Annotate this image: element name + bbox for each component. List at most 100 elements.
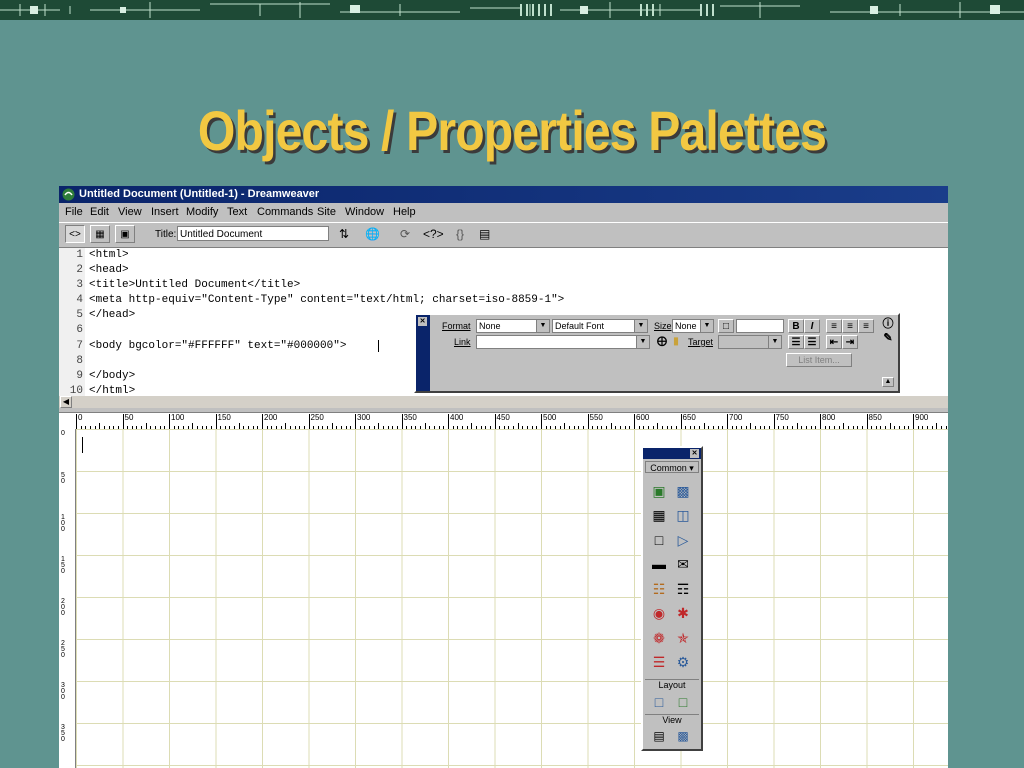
refresh-icon[interactable]: ⟳ [400, 227, 410, 241]
draw-layer-icon[interactable]: □ [649, 531, 669, 550]
ruler-tick [401, 414, 403, 429]
view-options-icon[interactable]: ▤ [479, 227, 490, 241]
scroll-left-icon[interactable]: ◀ [60, 396, 72, 408]
document-title-input[interactable]: Untitled Document [177, 226, 329, 241]
objects-palette-titlebar[interactable]: ✕ [643, 448, 701, 459]
insert-generator-icon[interactable]: ⚙ [673, 653, 693, 672]
insert-email-link-icon[interactable]: ✉ [673, 555, 693, 574]
chevron-down-icon: ▼ [634, 320, 647, 332]
quick-tag-editor-icon[interactable]: ✎ [880, 331, 896, 345]
format-label: Format [442, 321, 471, 331]
insert-fireworks-html-icon[interactable]: ☰ [649, 653, 669, 672]
code-navigation-icon[interactable]: {} [456, 227, 464, 241]
align-center-icon[interactable]: ≡ [842, 319, 858, 333]
menu-help[interactable]: Help [393, 204, 416, 221]
draw-layout-cell-icon[interactable]: □ [649, 693, 669, 712]
show-code-and-design-button[interactable]: ▦ [90, 225, 110, 243]
menu-edit[interactable]: Edit [90, 204, 109, 221]
properties-palette-titlebar[interactable]: ✕ [416, 315, 430, 391]
menu-file[interactable]: File [65, 204, 83, 221]
show-code-view-button[interactable]: <> [65, 225, 85, 243]
insert-date-icon[interactable]: ☷ [649, 580, 669, 599]
text-cursor [378, 340, 379, 352]
link-input[interactable]: ▼ [476, 335, 650, 349]
close-icon[interactable]: ✕ [418, 317, 427, 326]
horizontal-scrollbar[interactable]: ◀ [59, 396, 948, 408]
ruler-label: 400 [450, 413, 464, 422]
code-line: 3 <title>Untitled Document</title> [76, 279, 301, 291]
insert-navigation-bar-icon[interactable]: ▷ [673, 531, 693, 550]
file-management-icon[interactable]: ⇅ [339, 227, 349, 241]
ruler-tick [866, 414, 868, 429]
insert-rollover-image-icon[interactable]: ▩ [673, 482, 693, 501]
menu-site[interactable]: Site [317, 204, 336, 221]
unordered-list-icon[interactable]: ☰ [788, 335, 804, 349]
align-right-icon[interactable]: ≡ [858, 319, 874, 333]
standard-view-icon[interactable]: ▤ [649, 727, 669, 746]
circuit-pattern-icon [0, 0, 1024, 20]
expand-collapse-icon[interactable]: ▲ [882, 377, 894, 387]
window-titlebar[interactable]: Untitled Document (Untitled-1) - Dreamwe… [59, 186, 948, 203]
view-section-label: View [645, 714, 699, 726]
outdent-icon[interactable]: ⇤ [826, 335, 842, 349]
menu-view[interactable]: View [118, 204, 142, 221]
properties-palette: ✕ Format None ▼ Default Font ▼ Size None ▼ … [414, 313, 900, 393]
ruler-label: 350 [61, 724, 65, 743]
objects-category-select[interactable]: Common ▾ [645, 461, 699, 473]
title-label: Title: [155, 229, 177, 240]
insert-horizontal-rule-icon[interactable]: ▬ [649, 555, 669, 574]
ruler-label: 250 [61, 640, 65, 659]
insert-flash-text-icon[interactable]: ✯ [673, 629, 693, 648]
ruler-tick [494, 414, 496, 429]
reference-icon[interactable]: <?> [423, 227, 444, 241]
link-label: Link [454, 337, 471, 347]
align-left-icon[interactable]: ≡ [826, 319, 842, 333]
ruler-label: 650 [682, 413, 696, 422]
insert-server-side-include-icon[interactable]: ☶ [673, 580, 693, 599]
ruler-tick [355, 414, 356, 429]
target-select[interactable]: ▼ [718, 335, 782, 349]
size-select[interactable]: None ▼ [672, 319, 714, 333]
indent-icon[interactable]: ⇥ [842, 335, 858, 349]
size-label: Size [654, 321, 672, 331]
bold-button[interactable]: B [788, 319, 804, 333]
close-icon[interactable]: ✕ [690, 449, 699, 458]
insert-shockwave-icon[interactable]: ◉ [649, 604, 669, 623]
decorative-circuit-banner [0, 0, 1024, 20]
chevron-down-icon: ▼ [700, 320, 713, 332]
insert-tabular-data-icon[interactable]: ◫ [673, 506, 693, 525]
design-view-canvas[interactable] [76, 429, 948, 768]
font-select[interactable]: Default Font ▼ [552, 319, 648, 333]
insert-table-icon[interactable]: ▦ [649, 506, 669, 525]
ordered-list-icon[interactable]: ☰ [804, 335, 820, 349]
help-icon[interactable]: ⓘ [880, 317, 896, 331]
insert-flash-button-icon[interactable]: ❁ [649, 629, 669, 648]
format-select[interactable]: None ▼ [476, 319, 550, 333]
ruler-label: 250 [310, 413, 324, 422]
folder-icon[interactable]: ▮ [668, 335, 684, 349]
menu-text[interactable]: Text [227, 204, 247, 221]
list-item-button[interactable]: List Item... [786, 353, 852, 367]
ruler-tick [122, 414, 124, 429]
insert-image-icon[interactable]: ▣ [649, 482, 669, 501]
menu-insert[interactable]: Insert [151, 204, 179, 221]
color-picker-icon[interactable]: □ [718, 319, 734, 333]
color-input[interactable] [736, 319, 784, 333]
draw-layout-table-icon[interactable]: □ [673, 693, 693, 712]
ruler-tick [773, 414, 775, 429]
layout-view-icon[interactable]: ▩ [673, 727, 693, 746]
show-design-view-button[interactable]: ▣ [115, 225, 135, 243]
insert-flash-icon[interactable]: ✱ [673, 604, 693, 623]
ruler-tick [308, 414, 310, 429]
chevron-down-icon: ▼ [536, 320, 549, 332]
dreamweaver-app-icon [62, 188, 75, 201]
italic-button[interactable]: I [804, 319, 820, 333]
menu-modify[interactable]: Modify [186, 204, 218, 221]
menu-window[interactable]: Window [345, 204, 384, 221]
ruler-tick [587, 414, 589, 429]
preview-browser-icon[interactable]: 🌐 [365, 227, 380, 241]
menu-commands[interactable]: Commands [257, 204, 313, 221]
ruler-label: 200 [264, 413, 278, 422]
vertical-ruler: 0 50 100 150 200 250 300 350 [59, 429, 76, 768]
code-line: 1 <html> [76, 249, 129, 261]
